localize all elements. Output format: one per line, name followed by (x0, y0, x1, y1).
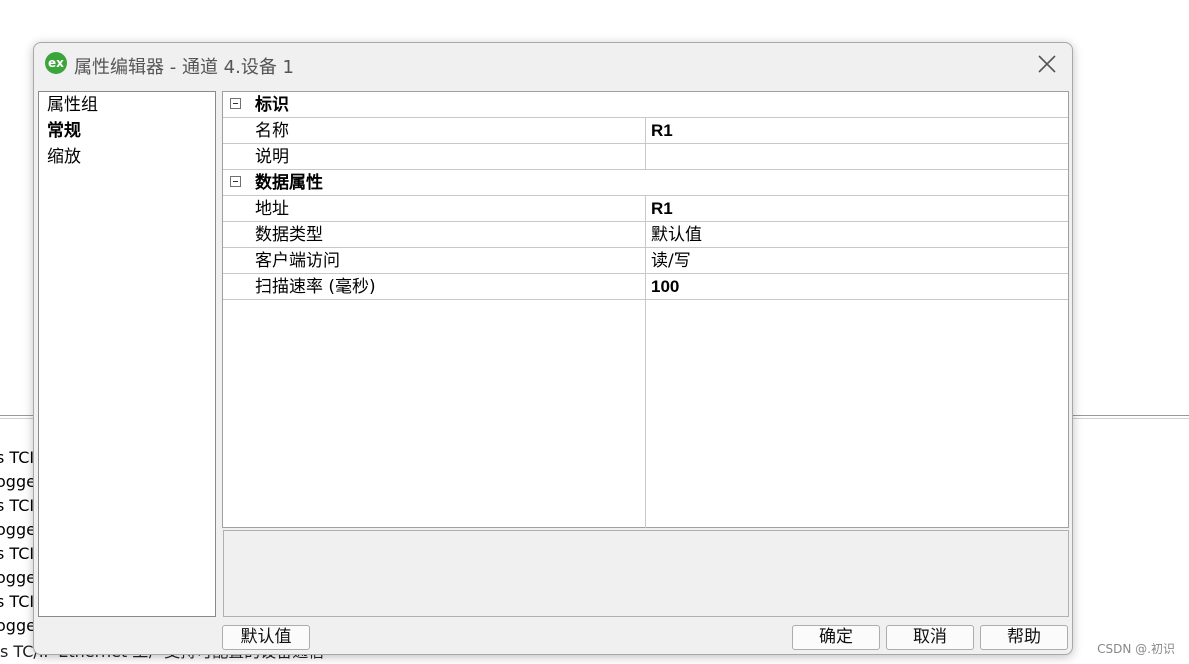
defaults-button[interactable]: 默认值 (222, 625, 310, 650)
cancel-button[interactable]: 取消 (886, 625, 974, 650)
column-separator (645, 248, 646, 273)
property-row[interactable]: 扫描速率 (毫秒) 100 (223, 274, 1068, 300)
property-value[interactable]: 100 (651, 274, 679, 300)
property-name: 数据类型 (255, 225, 323, 245)
description-panel (223, 530, 1069, 617)
property-name: 名称 (255, 121, 289, 141)
property-value[interactable]: 默认值 (651, 222, 702, 248)
property-value[interactable]: 读/写 (651, 248, 691, 274)
dialog-title: 属性编辑器 - 通道 4.设备 1 (74, 57, 295, 78)
column-divider (645, 300, 646, 528)
property-groups-header[interactable]: 属性组 (39, 92, 215, 118)
watermark: CSDN @.初识 (1097, 642, 1175, 656)
property-row[interactable]: 数据类型 默认值 (223, 222, 1068, 248)
property-row[interactable]: 名称 R1 (223, 118, 1068, 144)
property-row[interactable]: 地址 R1 (223, 196, 1068, 222)
property-grid: 标识 名称 R1 说明 数据属性 地址 R1 数据类型 默认值 客户端访问 读/… (222, 91, 1069, 528)
property-value[interactable]: R1 (651, 118, 673, 144)
category-row[interactable]: 数据属性 (223, 170, 1068, 196)
property-row[interactable]: 客户端访问 读/写 (223, 248, 1068, 274)
collapse-icon[interactable] (230, 176, 241, 187)
column-separator (645, 118, 646, 143)
column-separator (645, 274, 646, 299)
property-value[interactable]: R1 (651, 196, 673, 222)
close-icon (1038, 55, 1056, 73)
category-row[interactable]: 标识 (223, 92, 1068, 118)
property-name: 地址 (255, 199, 289, 219)
title-bar[interactable]: ex 属性编辑器 - 通道 4.设备 1 (34, 43, 1072, 85)
property-editor-dialog: ex 属性编辑器 - 通道 4.设备 1 属性组 常规 缩放 标识 名称 R1 … (33, 42, 1073, 655)
close-button[interactable] (1030, 49, 1064, 79)
group-item-general[interactable]: 常规 (39, 118, 215, 144)
property-name: 说明 (255, 147, 289, 167)
ok-button[interactable]: 确定 (792, 625, 880, 650)
app-logo-icon: ex (45, 52, 67, 74)
column-separator (645, 222, 646, 247)
column-separator (645, 196, 646, 221)
property-name: 扫描速率 (毫秒) (255, 277, 376, 297)
property-row[interactable]: 说明 (223, 144, 1068, 170)
category-label: 数据属性 (255, 173, 323, 193)
group-item-scaling[interactable]: 缩放 (39, 144, 215, 170)
column-separator (645, 144, 646, 169)
property-groups-panel: 属性组 常规 缩放 (38, 91, 216, 617)
category-label: 标识 (255, 95, 289, 115)
collapse-icon[interactable] (230, 98, 241, 109)
property-name: 客户端访问 (255, 251, 340, 271)
help-button[interactable]: 帮助 (980, 625, 1068, 650)
